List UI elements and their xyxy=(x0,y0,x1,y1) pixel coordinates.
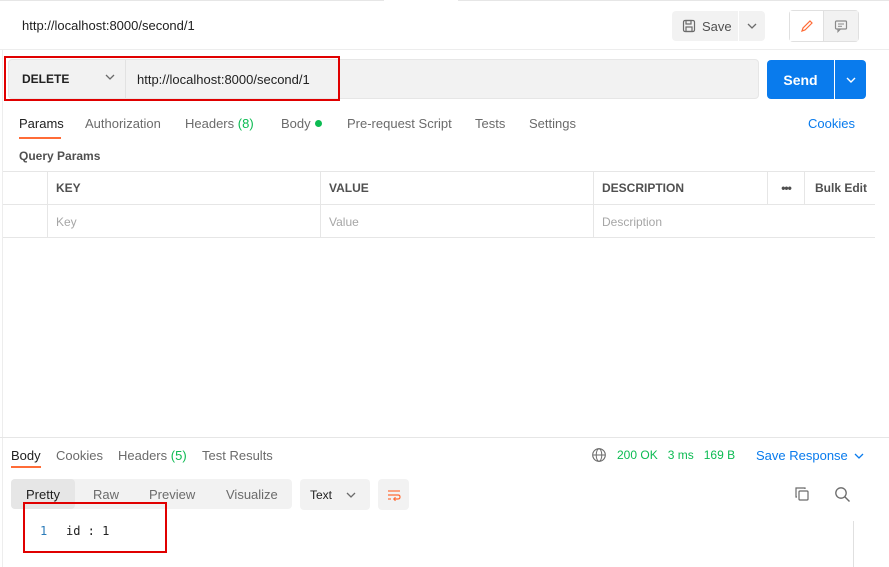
save-label: Save xyxy=(702,18,732,34)
save-button[interactable]: Save xyxy=(672,11,738,41)
cookies-link[interactable]: Cookies xyxy=(808,116,855,131)
table-row: Key Value Description xyxy=(3,205,875,238)
response-time[interactable]: 3 ms xyxy=(668,448,694,462)
send-label: Send xyxy=(783,71,818,88)
key-input[interactable]: Key xyxy=(47,205,320,238)
tab-authorization[interactable]: Authorization xyxy=(85,116,161,131)
body-indicator-dot xyxy=(314,120,322,127)
tab-body-label: Body xyxy=(281,116,311,131)
query-params-heading: Query Params xyxy=(19,149,101,163)
tab-headers-label: Headers xyxy=(185,116,235,131)
value-input[interactable]: Value xyxy=(320,205,593,238)
response-headers-label: Headers xyxy=(118,448,168,463)
request-header: http://localhost:8000/second/1 Save xyxy=(0,4,889,48)
copy-icon[interactable] xyxy=(794,486,810,502)
chevron-down-icon xyxy=(854,453,864,459)
tab-settings[interactable]: Settings xyxy=(529,116,576,131)
response-divider[interactable] xyxy=(0,437,889,438)
response-tab-test-results[interactable]: Test Results xyxy=(202,448,273,463)
chevron-down-icon xyxy=(346,492,356,498)
row-checkbox-column xyxy=(3,172,47,204)
save-options-button[interactable] xyxy=(739,11,765,41)
save-response-label: Save Response xyxy=(756,448,848,463)
table-header-row: KEY VALUE DESCRIPTION ••• Bulk Edit xyxy=(3,172,875,205)
response-tab-underline xyxy=(11,466,41,468)
tab-tests[interactable]: Tests xyxy=(475,116,505,131)
column-description: DESCRIPTION xyxy=(593,172,767,204)
response-tab-cookies[interactable]: Cookies xyxy=(56,448,103,463)
column-key: KEY xyxy=(47,172,320,204)
documentation-toggle[interactable] xyxy=(790,11,824,41)
save-icon xyxy=(682,19,696,33)
response-tab-body[interactable]: Body xyxy=(11,448,41,463)
view-visualize[interactable]: Visualize xyxy=(226,479,278,509)
wrap-lines-button[interactable] xyxy=(378,479,409,510)
bulk-edit-button[interactable]: Bulk Edit xyxy=(804,172,875,204)
status-code[interactable]: 200 OK xyxy=(617,448,658,462)
active-tab-indicator xyxy=(384,0,458,2)
send-button[interactable]: Send xyxy=(767,60,834,99)
send-options-button[interactable] xyxy=(835,60,866,99)
headers-count: (8) xyxy=(237,116,254,131)
tab-body[interactable]: Body xyxy=(281,116,322,131)
params-tab-underline xyxy=(19,137,61,139)
response-meta: 200 OK 3 ms 169 B xyxy=(591,447,735,463)
column-value: VALUE xyxy=(320,172,593,204)
url-annotation-box xyxy=(4,56,340,101)
save-response-button[interactable]: Save Response xyxy=(756,448,864,463)
header-divider xyxy=(0,49,889,50)
globe-icon[interactable] xyxy=(591,447,607,463)
response-tab-headers[interactable]: Headers (5) xyxy=(118,448,187,463)
chevron-down-icon xyxy=(747,23,757,29)
row-checkbox xyxy=(3,205,47,238)
format-label: Text xyxy=(310,487,333,502)
panel-left-border xyxy=(2,50,3,567)
comment-icon xyxy=(834,20,848,33)
tab-pre-request-script[interactable]: Pre-request Script xyxy=(347,116,452,131)
wrap-lines-icon xyxy=(387,489,401,501)
description-input[interactable]: Description xyxy=(593,205,875,238)
more-options-icon[interactable]: ••• xyxy=(767,172,804,204)
chevron-down-icon xyxy=(846,77,855,83)
format-select[interactable]: Text xyxy=(300,479,370,510)
scrollbar[interactable] xyxy=(853,521,854,567)
comments-toggle[interactable] xyxy=(824,11,858,41)
side-panel-toggle xyxy=(789,10,859,42)
query-params-table: KEY VALUE DESCRIPTION ••• Bulk Edit Key … xyxy=(3,171,875,238)
tab-headers[interactable]: Headers (8) xyxy=(185,116,254,131)
response-size[interactable]: 169 B xyxy=(704,448,735,462)
response-headers-count: (5) xyxy=(170,448,187,463)
search-icon[interactable] xyxy=(834,486,851,503)
tab-params[interactable]: Params xyxy=(19,116,64,131)
request-title[interactable]: http://localhost:8000/second/1 xyxy=(22,18,195,33)
edit-pencil-icon xyxy=(800,20,813,32)
response-annotation-box xyxy=(23,502,167,553)
